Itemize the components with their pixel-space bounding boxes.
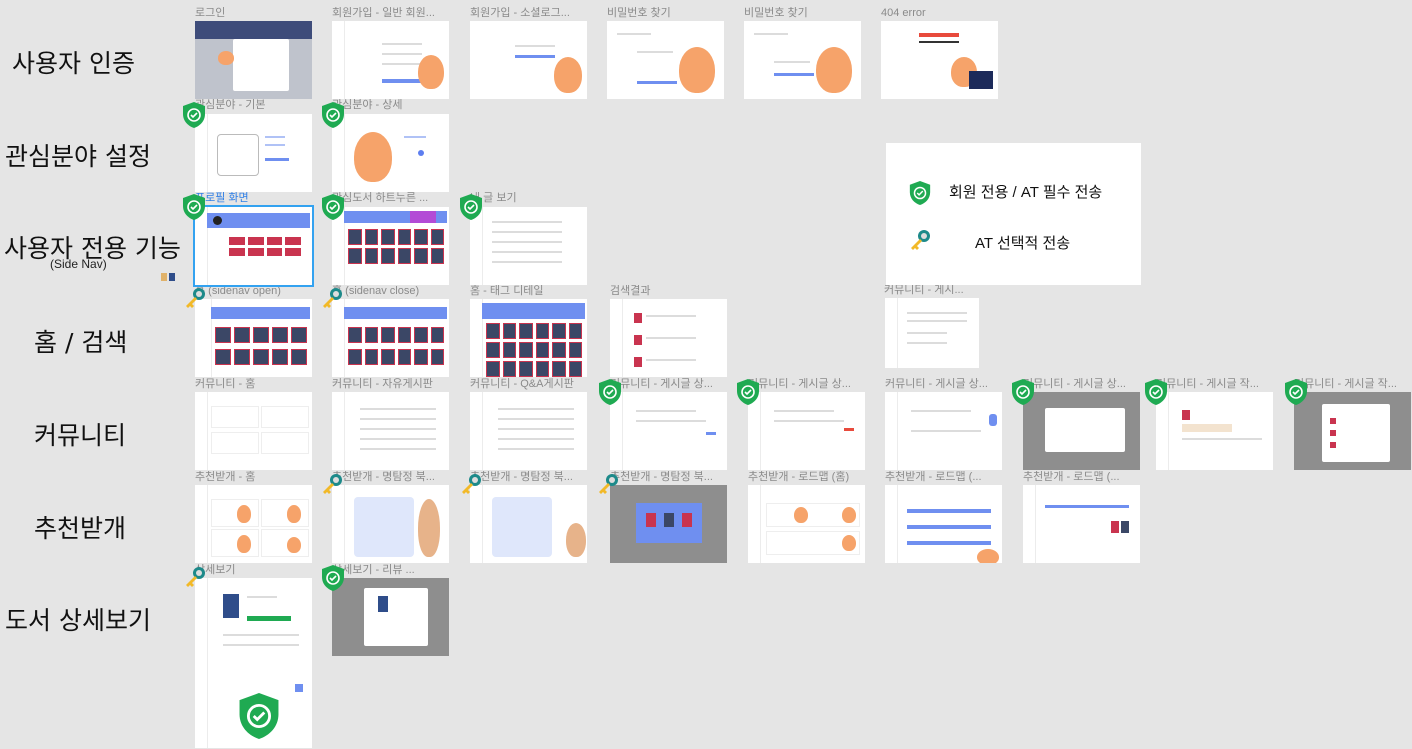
shield-check-icon <box>322 102 344 128</box>
frame-home-sidenav-open[interactable] <box>195 299 312 377</box>
frame-community-post-write-2[interactable] <box>1294 392 1411 470</box>
key-icon <box>911 230 930 250</box>
frame-label[interactable]: 관심분야 - 기본 <box>195 99 325 112</box>
frame-signup-general[interactable] <box>332 21 449 99</box>
key-icon <box>186 288 205 308</box>
legend-optional-label: AT 선택적 전송 <box>975 235 1071 252</box>
legend-panel: 회원 전용 / AT 필수 전송 AT 선택적 전송 <box>886 143 1141 285</box>
frame-label[interactable]: 커뮤니티 - 게시글 상... <box>885 378 1015 391</box>
tiny-thumbnail-icon <box>161 271 176 282</box>
frame-label[interactable]: 내 글 보기 <box>470 192 600 205</box>
shield-check-icon <box>322 194 344 220</box>
frame-recommend-roadmap-2[interactable] <box>885 485 1002 563</box>
shield-check-icon <box>183 194 205 220</box>
row-title-auth: 사용자 인증 <box>12 49 135 78</box>
frame-label[interactable]: 관심분야 - 상세 <box>332 99 462 112</box>
shield-check-icon <box>599 379 621 405</box>
frame-liked-books[interactable] <box>332 207 449 285</box>
frame-community-home[interactable] <box>195 392 312 470</box>
frame-find-password-1[interactable] <box>607 21 724 99</box>
frame-label[interactable]: 관심도서 하트누른 ... <box>332 192 462 205</box>
shield-check-icon <box>909 181 931 205</box>
row-title-recommend: 추천받개 <box>34 514 127 543</box>
frame-community-post-detail-3[interactable] <box>885 392 1002 470</box>
shield-check-icon <box>183 102 205 128</box>
frame-search-results[interactable] <box>610 299 727 377</box>
frame-label[interactable]: 커뮤니티 - 게시글 작... <box>1156 378 1286 391</box>
key-icon <box>186 567 205 587</box>
frame-recommend-detective-1[interactable] <box>332 485 449 563</box>
frame-recommend-detective-2[interactable] <box>470 485 587 563</box>
legend-member-only-label: 회원 전용 / AT 필수 전송 <box>949 184 1103 201</box>
frame-community-qna-board[interactable] <box>470 392 587 470</box>
frame-login[interactable] <box>195 21 312 99</box>
frame-signup-social[interactable] <box>470 21 587 99</box>
frame-label[interactable]: 추천받개 - 명탐정 북... <box>610 471 740 484</box>
frame-label[interactable]: 검색결과 <box>610 285 740 298</box>
frame-label[interactable]: 상세보기 - 리뷰 ... <box>332 564 462 577</box>
frame-home-sidenav-close[interactable] <box>332 299 449 377</box>
frame-404-error[interactable] <box>881 21 998 99</box>
key-icon <box>323 288 342 308</box>
frame-find-password-2[interactable] <box>744 21 861 99</box>
shield-check-icon <box>239 693 279 739</box>
frame-label[interactable]: 회원가입 - 소셜로그... <box>470 7 600 20</box>
frame-label[interactable]: 커뮤니티 - 게시글 상... <box>610 378 740 391</box>
frame-interests-basic[interactable] <box>195 114 312 192</box>
key-icon <box>323 474 342 494</box>
shield-check-icon <box>1145 379 1167 405</box>
row-subtitle-side-nav: (Side Nav) <box>50 257 107 271</box>
frame-recommend-home[interactable] <box>195 485 312 563</box>
frame-my-posts[interactable] <box>470 207 587 285</box>
frame-label[interactable]: 상세보기 <box>195 564 325 577</box>
frame-community-post-detail-2[interactable] <box>748 392 865 470</box>
frame-recommend-detective-3[interactable] <box>610 485 727 563</box>
frame-label[interactable]: 404 error <box>881 7 1011 20</box>
frame-label[interactable]: 비밀번호 찾기 <box>744 7 874 20</box>
frame-community-post-search[interactable] <box>885 298 979 368</box>
frame-label[interactable]: 추천받개 - 로드맵 (홈) <box>748 471 878 484</box>
shield-check-icon <box>322 565 344 591</box>
frame-label[interactable]: 홈 (sidenav close) <box>332 285 462 298</box>
frame-label[interactable]: 추천받개 - 홈 <box>195 471 325 484</box>
frame-label[interactable]: 커뮤니티 - 자유게시판 <box>332 378 462 391</box>
frame-label[interactable]: 로그인 <box>195 7 325 20</box>
row-title-community: 커뮤니티 <box>34 421 127 450</box>
key-icon <box>599 474 618 494</box>
frame-label[interactable]: 커뮤니티 - Q&A게시판 <box>470 378 600 391</box>
frame-interests-detail[interactable] <box>332 114 449 192</box>
key-icon <box>462 474 481 494</box>
frame-label[interactable]: 추천받개 - 로드맵 (... <box>1023 471 1153 484</box>
shield-check-icon <box>460 194 482 220</box>
frame-community-post-write-1[interactable] <box>1156 392 1273 470</box>
frame-label[interactable]: 프로필 화면 <box>195 192 325 205</box>
row-title-book-detail: 도서 상세보기 <box>5 606 151 635</box>
frame-profile[interactable] <box>193 205 314 287</box>
frame-community-post-detail-4[interactable] <box>1023 392 1140 470</box>
frame-label[interactable]: 커뮤니티 - 홈 <box>195 378 325 391</box>
frame-label[interactable]: 홈 (sidenav open) <box>195 285 325 298</box>
frame-label[interactable]: 커뮤니티 - 게시... <box>884 284 979 297</box>
frame-recommend-roadmap-home[interactable] <box>748 485 865 563</box>
frame-label[interactable]: 홈 - 태그 디테일 <box>470 285 600 298</box>
frame-label[interactable]: 비밀번호 찾기 <box>607 7 737 20</box>
frame-label[interactable]: 커뮤니티 - 게시글 작... <box>1294 378 1410 391</box>
row-title-interests: 관심분야 설정 <box>5 142 151 171</box>
frame-community-free-board[interactable] <box>332 392 449 470</box>
frame-recommend-roadmap-3[interactable] <box>1023 485 1140 563</box>
frame-label[interactable]: 회원가입 - 일반 회원... <box>332 7 462 20</box>
frame-label[interactable]: 추천받개 - 로드맵 (... <box>885 471 1015 484</box>
frame-label[interactable]: 커뮤니티 - 게시글 상... <box>748 378 878 391</box>
frame-label[interactable]: 추천받개 - 명탐정 북... <box>470 471 600 484</box>
frame-label[interactable]: 추천받개 - 명탐정 북... <box>332 471 462 484</box>
frame-community-post-detail-1[interactable] <box>610 392 727 470</box>
row-title-home-search: 홈 / 검색 <box>34 328 128 357</box>
frame-label[interactable]: 커뮤니티 - 게시글 상... <box>1023 378 1153 391</box>
frame-home-tag-detail[interactable] <box>470 299 587 377</box>
shield-check-icon <box>737 379 759 405</box>
shield-check-icon <box>1285 379 1307 405</box>
frame-book-detail-review[interactable] <box>332 578 449 656</box>
shield-check-icon <box>1012 379 1034 405</box>
